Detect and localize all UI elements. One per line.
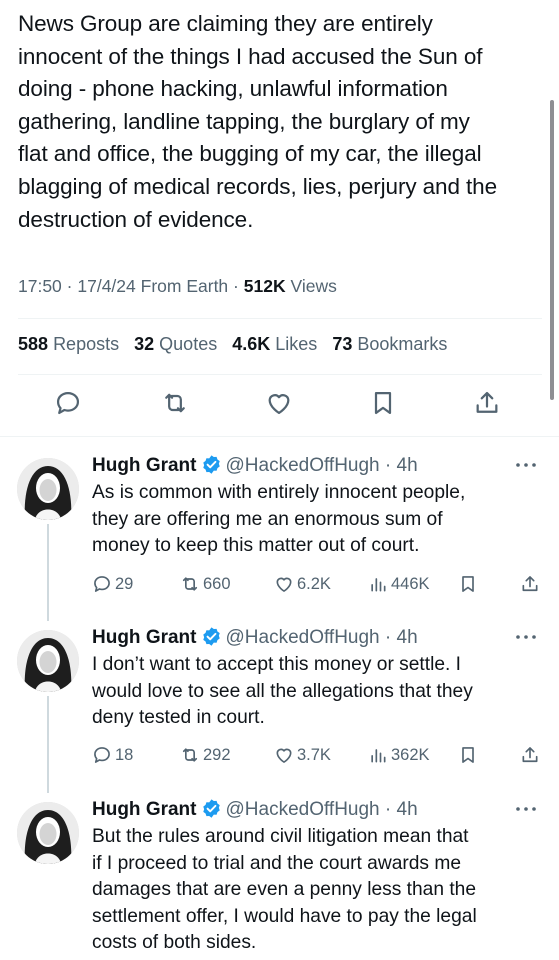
reply-icon [94,747,110,763]
like-count: 6.2K [297,574,331,593]
reply-actions: 29 660 6.2K 446K [92,572,547,596]
reply-icon [94,576,110,592]
reply-time[interactable]: 4h [397,627,418,648]
like-button[interactable]: 3.7K [274,743,331,767]
views-icon [371,749,386,763]
reply-time[interactable]: 4h [397,799,418,820]
reply-button[interactable]: 18 [92,743,133,767]
thread-line [47,524,49,621]
verified-icon [202,799,220,818]
reply-text: As is common with entirely innocent peop… [92,482,466,557]
views-count: 362K [391,745,430,764]
like-icon [268,394,290,415]
quotes-stat[interactable]: 32 Quotes [134,334,217,354]
author-name[interactable]: Hugh Grant [92,627,197,648]
views-count: 446K [391,574,430,593]
bookmark-icon [374,391,392,415]
avatar-image [17,802,79,864]
divider [18,318,542,319]
author-name[interactable]: Hugh Grant [92,455,197,476]
share-icon [522,576,538,592]
author-handle[interactable]: @HackedOffHugh [226,455,380,476]
more-icon[interactable] [512,628,540,646]
tweet-date[interactable]: 17/4/24 [77,276,135,296]
like-button[interactable] [264,388,294,418]
repost-button[interactable]: 660 [180,572,231,596]
like-icon [276,577,292,592]
thread-line [47,696,49,793]
tweet-time[interactable]: 17:50 [18,276,62,296]
bookmark-button[interactable] [368,388,398,418]
author-name[interactable]: Hugh Grant [92,799,197,820]
repost-icon [165,393,185,413]
reply-actions: 18 292 3.7K 362K [92,743,547,767]
reply-icon [56,391,80,415]
repost-icon [182,577,198,591]
reply-time[interactable]: 4h [397,455,418,476]
bookmark-button[interactable] [458,743,481,767]
divider [18,374,542,375]
like-button[interactable]: 6.2K [274,572,331,596]
meta-dot: · [233,276,244,296]
scrollbar[interactable] [550,100,554,400]
more-icon[interactable] [512,456,540,474]
author-handle[interactable]: @HackedOffHugh [226,627,380,648]
repost-button[interactable] [160,388,190,418]
reply-count: 18 [115,745,134,764]
likes-stat[interactable]: 4.6K Likes [232,334,317,354]
verified-icon [202,455,220,474]
share-icon [522,747,538,763]
views-button[interactable]: 446K [368,572,430,596]
like-icon [276,748,292,763]
avatar[interactable] [17,630,79,692]
reply-header: Hugh Grant @HackedOffHugh · 4h [92,798,418,822]
avatar-image [17,458,79,520]
tweet-text: News Group are claiming they are entirel… [18,11,498,232]
share-button[interactable] [472,388,502,418]
author-handle[interactable]: @HackedOffHugh [226,799,380,820]
reply-header: Hugh Grant @HackedOffHugh · 4h [92,626,418,650]
time-dot: · [379,627,397,648]
repost-count: 660 [203,574,231,593]
views-label: Views [290,276,337,296]
bookmarks-stat[interactable]: 73 Bookmarks [332,334,447,354]
avatar[interactable] [17,458,79,520]
like-count: 3.7K [297,745,331,764]
avatar[interactable] [17,802,79,864]
reply-button[interactable]: 29 [92,572,133,596]
reply-count: 29 [115,574,134,593]
time-dot: · [379,455,397,476]
repost-count: 292 [203,745,231,764]
tweet-source: From Earth [140,276,229,296]
divider [0,436,559,437]
repost-button[interactable]: 292 [180,743,231,767]
views-button[interactable]: 362K [368,743,430,767]
time-dot: · [379,799,397,820]
bookmark-icon [462,747,474,763]
share-button[interactable] [520,743,543,767]
reply-header: Hugh Grant @HackedOffHugh · 4h [92,454,418,478]
share-button[interactable] [520,572,543,596]
reply-button[interactable] [53,388,83,418]
tweet-action-bar [0,388,559,424]
views-icon [371,578,386,592]
reply-text: I don’t want to accept this money or set… [92,654,473,729]
tweet-meta: 17:50 · 17/4/24 From Earth · 512K Views [18,276,337,297]
avatar-image [17,630,79,692]
bookmark-icon [462,576,474,592]
meta-dot: · [66,276,78,296]
more-icon[interactable] [512,800,540,818]
views-count: 512K [243,276,286,296]
share-icon [476,391,498,413]
reply-text: But the rules around civil litigation me… [92,826,477,954]
engagement-stats: 588 Reposts 32 Quotes 4.6K Likes 73 Book… [18,334,457,355]
verified-icon [202,627,220,646]
reposts-stat[interactable]: 588 Reposts [18,334,119,354]
bookmark-button[interactable] [458,572,481,596]
repost-icon [182,748,198,762]
